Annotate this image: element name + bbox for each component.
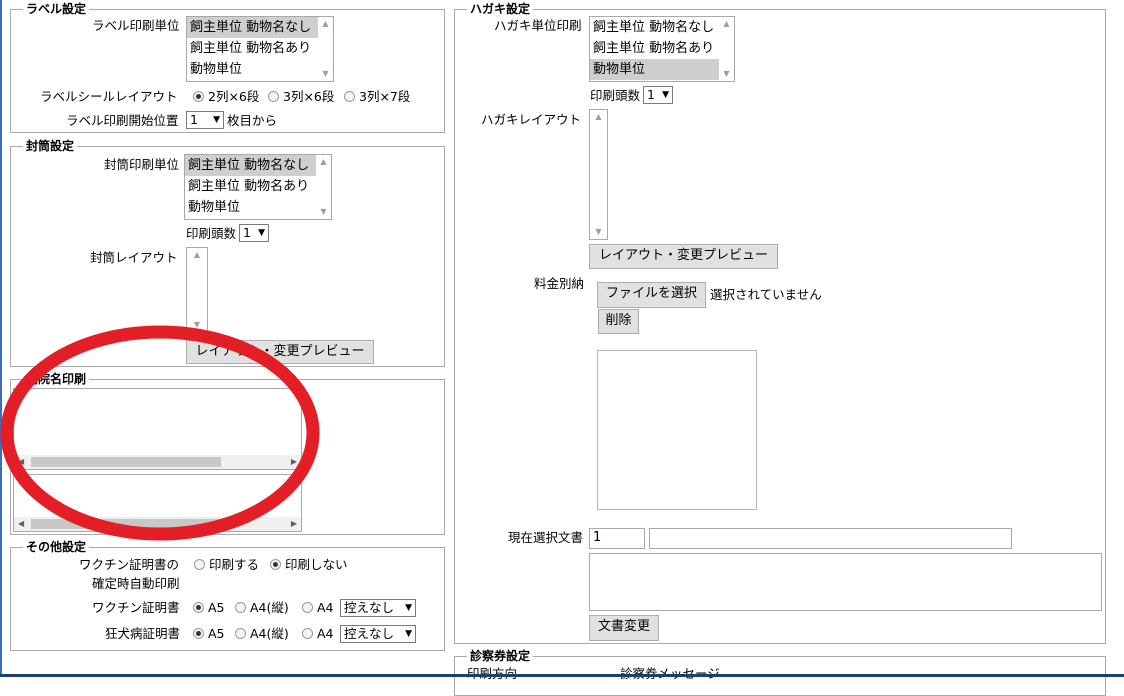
select-value: 控えなし (344, 626, 395, 641)
list-option[interactable]: 飼主単位 動物名なし (590, 17, 734, 38)
layout-option-3x6: 3列×6段 (283, 89, 335, 104)
envelope-print-unit-label: 封筒印刷単位 (104, 157, 180, 172)
list-option[interactable]: 飼主単位 動物名なし (187, 17, 333, 38)
vaccine-auto-print-label-1: ワクチン証明書の (79, 557, 180, 572)
vaccine-a5-radio[interactable] (193, 602, 204, 613)
postcard-layout-preview-button[interactable]: レイアウト・変更プレビュー (589, 244, 778, 269)
red-annotation-ellipse (0, 325, 320, 541)
label-start-suffix: 枚目から (227, 113, 278, 128)
current-doc-number-input[interactable]: 1 (589, 528, 645, 549)
scroll-up-icon[interactable]: ▲ (719, 18, 734, 30)
label-settings-legend: ラベル設定 (23, 1, 90, 17)
layout-radio-2x6[interactable] (193, 91, 204, 102)
rabies-cert-label: 狂犬病証明書 (105, 626, 181, 641)
file-select-button[interactable]: ファイルを選択 (597, 282, 706, 308)
document-content-textarea[interactable] (589, 553, 1102, 611)
vaccine-a4-radio[interactable] (302, 602, 313, 613)
list-option[interactable]: 飼主単位 動物名あり (185, 176, 331, 197)
list-option[interactable]: 動物単位 (185, 197, 331, 218)
vaccine-a4-portrait-label: A4(縦) (250, 600, 289, 615)
list-option[interactable]: 飼主単位 動物名あり (187, 38, 333, 59)
envelope-layout-label: 封筒レイアウト (90, 250, 178, 265)
postcard-print-unit-listbox[interactable]: 飼主単位 動物名なし 飼主単位 動物名あり 動物単位 ▲ ▼ (589, 16, 735, 82)
label-print-unit-label: ラベル印刷単位 (92, 18, 180, 33)
file-status-text: 選択されていません (710, 287, 822, 302)
list-option[interactable]: 動物単位 (590, 59, 734, 80)
delete-file-button[interactable]: 削除 (598, 309, 639, 334)
rabies-a5-label: A5 (208, 626, 225, 641)
rabies-copy-select[interactable]: 控えなし ▼ (340, 625, 416, 643)
envelope-print-unit-listbox[interactable]: 飼主単位 動物名なし 飼主単位 動物名あり 動物単位 ▲ ▼ (184, 154, 332, 220)
postcard-layout-listbox[interactable]: ▲ ▼ (589, 109, 608, 240)
scroll-up-icon[interactable]: ▲ (187, 249, 207, 261)
label-print-unit-listbox[interactable]: 飼主単位 動物名なし 飼主単位 動物名あり 動物単位 ▲ ▼ (186, 16, 334, 82)
envelope-count-select[interactable]: 1 ▼ (239, 224, 269, 242)
select-value: 控えなし (344, 600, 395, 615)
current-doc-label: 現在選択文書 (508, 530, 584, 545)
listbox-scrollbar[interactable]: ▲ ▼ (316, 155, 331, 219)
scroll-down-icon[interactable]: ▼ (316, 206, 331, 218)
listbox-scrollbar[interactable]: ▲ ▼ (719, 17, 734, 81)
rabies-a4-radio[interactable] (302, 628, 313, 639)
layout-option-2x6: 2列×6段 (208, 89, 260, 104)
label-start-position-label: ラベル印刷開始位置 (66, 113, 179, 128)
label-layout-label: ラベルシールレイアウト (40, 89, 178, 104)
scroll-up-icon[interactable]: ▲ (316, 156, 331, 168)
chevron-down-icon: ▼ (258, 228, 265, 238)
rabies-a4-label: A4 (317, 626, 334, 641)
select-value: 1 (190, 112, 198, 127)
postage-image-preview (597, 350, 757, 510)
chevron-down-icon: ▼ (405, 629, 412, 639)
scroll-up-icon[interactable]: ▲ (590, 111, 607, 123)
vaccine-auto-print-yes-label: 印刷する (209, 557, 260, 572)
chevron-down-icon: ▼ (405, 603, 412, 613)
postcard-count-select[interactable]: 1 ▼ (643, 86, 673, 104)
postcard-settings-legend: ハガキ設定 (467, 1, 534, 17)
listbox-scrollbar[interactable]: ▲ ▼ (318, 17, 333, 81)
vaccine-copy-select[interactable]: 控えなし ▼ (340, 599, 416, 617)
layout-option-3x7: 3列×7段 (359, 89, 411, 104)
layout-radio-3x7[interactable] (344, 91, 355, 102)
vaccine-cert-label: ワクチン証明書 (92, 600, 180, 615)
label-start-position-select[interactable]: 1 ▼ (186, 111, 224, 129)
listbox-scrollbar[interactable]: ▲ ▼ (590, 110, 607, 239)
rabies-a4-portrait-radio[interactable] (235, 628, 246, 639)
rabies-a4-portrait-label: A4(縦) (250, 626, 289, 641)
list-option[interactable]: 動物単位 (187, 59, 333, 80)
list-option[interactable]: 飼主単位 動物名あり (590, 38, 734, 59)
vaccine-auto-print-no-radio[interactable] (270, 559, 281, 570)
vaccine-auto-print-yes-radio[interactable] (194, 559, 205, 570)
exam-card-settings-legend: 診察券設定 (467, 648, 534, 664)
envelope-count-label: 印刷頭数 (186, 226, 237, 241)
vaccine-auto-print-label-2: 確定時自動印刷 (92, 576, 180, 591)
scroll-down-icon[interactable]: ▼ (719, 68, 734, 80)
vaccine-a4-portrait-radio[interactable] (235, 602, 246, 613)
change-document-button[interactable]: 文書変更 (589, 615, 659, 641)
select-value: 1 (647, 87, 655, 102)
envelope-settings-legend: 封筒設定 (23, 138, 78, 154)
postage-label: 料金別納 (534, 276, 585, 291)
current-doc-name-input[interactable] (649, 528, 1012, 549)
scroll-up-icon[interactable]: ▲ (318, 18, 333, 30)
rabies-a5-radio[interactable] (193, 628, 204, 639)
vaccine-a5-label: A5 (208, 600, 225, 615)
layout-radio-3x6[interactable] (268, 91, 279, 102)
chevron-down-icon: ▼ (662, 90, 669, 100)
scroll-down-icon[interactable]: ▼ (590, 226, 607, 238)
vaccine-auto-print-no-label: 印刷しない (285, 557, 348, 572)
postcard-print-unit-label: ハガキ単位印刷 (494, 18, 582, 33)
chevron-down-icon: ▼ (213, 115, 220, 125)
vaccine-a4-label: A4 (317, 600, 334, 615)
scroll-down-icon[interactable]: ▼ (318, 68, 333, 80)
postcard-count-label: 印刷頭数 (590, 88, 641, 103)
select-value: 1 (243, 225, 251, 240)
list-option[interactable]: 飼主単位 動物名なし (185, 155, 331, 176)
postcard-layout-label: ハガキレイアウト (481, 112, 582, 127)
